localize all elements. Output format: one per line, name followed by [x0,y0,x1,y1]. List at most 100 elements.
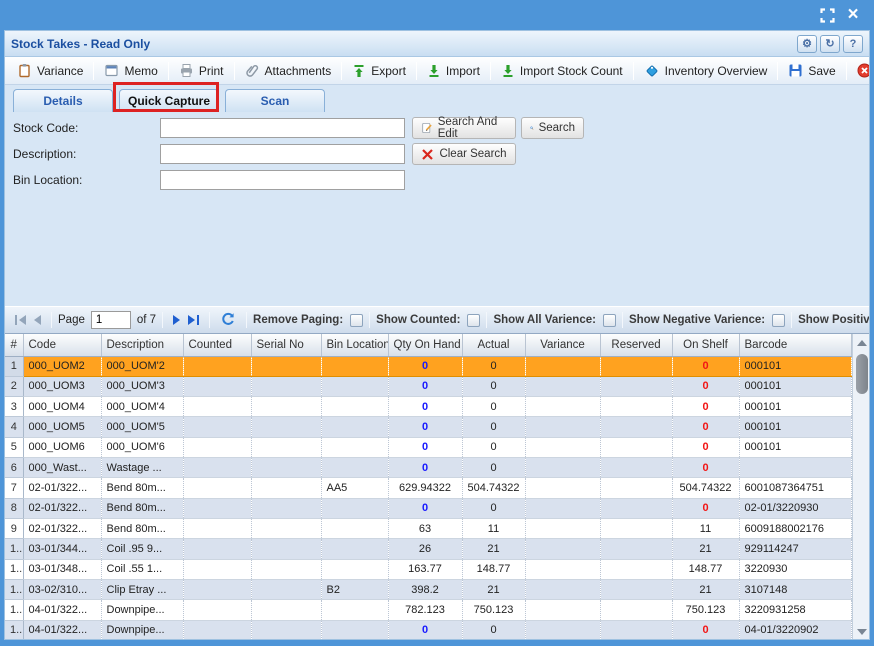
table-row[interactable]: 902-01/322...Bend 80m...6311116009188002… [5,519,851,539]
cell-code: 04-01/322... [23,620,101,640]
cell-variance [525,458,600,478]
cell-shelf: 21 [672,539,739,559]
column-header-actual[interactable]: Actual [462,334,525,356]
cell-num: 1.. [5,600,23,620]
tab-quick-capture[interactable]: Quick Capture [119,89,219,112]
table-row[interactable]: 1..04-01/322...Downpipe...00004-01/32209… [5,620,851,640]
import-stock-count-button[interactable]: Import Stock Count [495,61,629,81]
table-row[interactable]: 702-01/322...Bend 80m...AA5629.94322504.… [5,478,851,498]
bin-location-label: Bin Location: [13,173,82,187]
search-icon [530,121,534,135]
cell-desc: Wastage ... [101,458,183,478]
column-header-bin-location[interactable]: Bin Location [321,334,388,356]
description-input[interactable] [160,144,405,164]
cell-num: 1.. [5,579,23,599]
scroll-up-icon[interactable] [853,334,871,351]
close-icon[interactable]: × [844,6,862,24]
next-page-icon[interactable] [169,313,184,327]
fullscreen-icon[interactable] [818,6,836,24]
table-row[interactable]: 1..03-01/344...Coil .95 9...262121929114… [5,539,851,559]
printer-icon [179,63,194,78]
cell-counted [183,376,251,396]
table-row[interactable]: 1..03-01/348...Coil .55 1...163.77148.77… [5,559,851,579]
page-input[interactable] [91,311,131,329]
first-page-icon[interactable] [11,313,30,327]
column-header-variance[interactable]: Variance [525,334,600,356]
print-button[interactable]: Print [173,60,230,81]
table-row[interactable]: 4000_UOM5000_UOM'5000000101 [5,417,851,437]
attachments-button[interactable]: Attachments [239,60,338,81]
cell-barcode: 3220930 [739,559,851,579]
show-all-varience-checkbox[interactable] [603,314,616,327]
import-button[interactable]: Import [421,61,486,81]
column-header-code[interactable]: Code [23,334,101,356]
column-header-reserved[interactable]: Reserved [600,334,672,356]
cell-num: 1.. [5,539,23,559]
table-row[interactable]: 2000_UOM3000_UOM'3000000101 [5,376,851,396]
table-row[interactable]: 3000_UOM4000_UOM'4000000101 [5,397,851,417]
cell-variance [525,559,600,579]
save-button[interactable]: Save [782,60,841,81]
window-header: Stock Takes - Read Only ⚙ ↻ ? [5,31,869,57]
cell-desc: 000_UOM'2 [101,356,183,376]
variance-button[interactable]: Variance [11,60,89,81]
cell-reserved [600,437,672,457]
cell-actual: 148.77 [462,559,525,579]
vertical-scrollbar[interactable] [852,334,870,640]
column-header-barcode[interactable]: Barcode [739,334,851,356]
cell-counted [183,397,251,417]
cell-counted [183,559,251,579]
cell-reserved [600,559,672,579]
stock-code-input[interactable] [160,118,405,138]
pager-bar: Page of 7 Remove Paging: Show Counted: S… [5,306,869,334]
bin-location-input[interactable] [160,170,405,190]
inventory-overview-button[interactable]: Inventory Overview [638,60,774,82]
close-button[interactable]: Close [851,60,869,81]
search-button[interactable]: Search [521,117,584,139]
search-and-edit-button[interactable]: Search And Edit [412,117,516,139]
cell-actual: 0 [462,458,525,478]
table-row[interactable]: 802-01/322...Bend 80m...00002-01/3220930 [5,498,851,518]
tab-scan[interactable]: Scan [225,89,325,112]
memo-icon [104,63,119,78]
settings-gear-icon[interactable]: ⚙ [797,35,817,53]
column-header--[interactable]: # [5,334,23,356]
cell-actual: 0 [462,376,525,396]
column-header-description[interactable]: Description [101,334,183,356]
cell-serial [251,620,321,640]
cell-serial [251,397,321,417]
column-header-on-shelf[interactable]: On Shelf [672,334,739,356]
cell-reserved [600,539,672,559]
tab-details[interactable]: Details [13,89,113,112]
cell-variance [525,539,600,559]
table-row[interactable]: 1000_UOM2000_UOM'2000000101 [5,356,851,376]
cell-qty: 0 [388,417,462,437]
table-row[interactable]: 1..04-01/322...Downpipe...782.123750.123… [5,600,851,620]
remove-paging-checkbox[interactable] [350,314,363,327]
column-header-serial-no[interactable]: Serial No [251,334,321,356]
cell-desc: 000_UOM'4 [101,397,183,417]
table-row[interactable]: 5000_UOM6000_UOM'6000000101 [5,437,851,457]
refresh-icon[interactable]: ↻ [820,35,840,53]
memo-button[interactable]: Memo [98,60,163,81]
show-negative-varience-checkbox[interactable] [772,314,785,327]
help-icon[interactable]: ? [843,35,863,53]
window-title: Stock Takes - Read Only [11,37,150,51]
stock-code-label: Stock Code: [13,121,78,135]
cell-qty: 163.77 [388,559,462,579]
cell-counted [183,620,251,640]
export-button[interactable]: Export [346,61,412,81]
clear-search-button[interactable]: Clear Search [412,143,516,165]
scrollbar-thumb[interactable] [856,354,868,394]
column-header-counted[interactable]: Counted [183,334,251,356]
table-row[interactable]: 1..03-02/310...Clip Etray ...B2398.22121… [5,579,851,599]
scroll-down-icon[interactable] [853,624,871,640]
refresh-grid-icon[interactable] [216,310,240,330]
show-counted-checkbox[interactable] [467,314,480,327]
column-header-qty-on-hand[interactable]: Qty On Hand [388,334,462,356]
cell-barcode: 04-01/3220902 [739,620,851,640]
prev-page-icon[interactable] [30,313,45,327]
last-page-icon[interactable] [184,313,203,327]
cell-variance [525,376,600,396]
table-row[interactable]: 6000_Wast...Wastage ...000 [5,458,851,478]
